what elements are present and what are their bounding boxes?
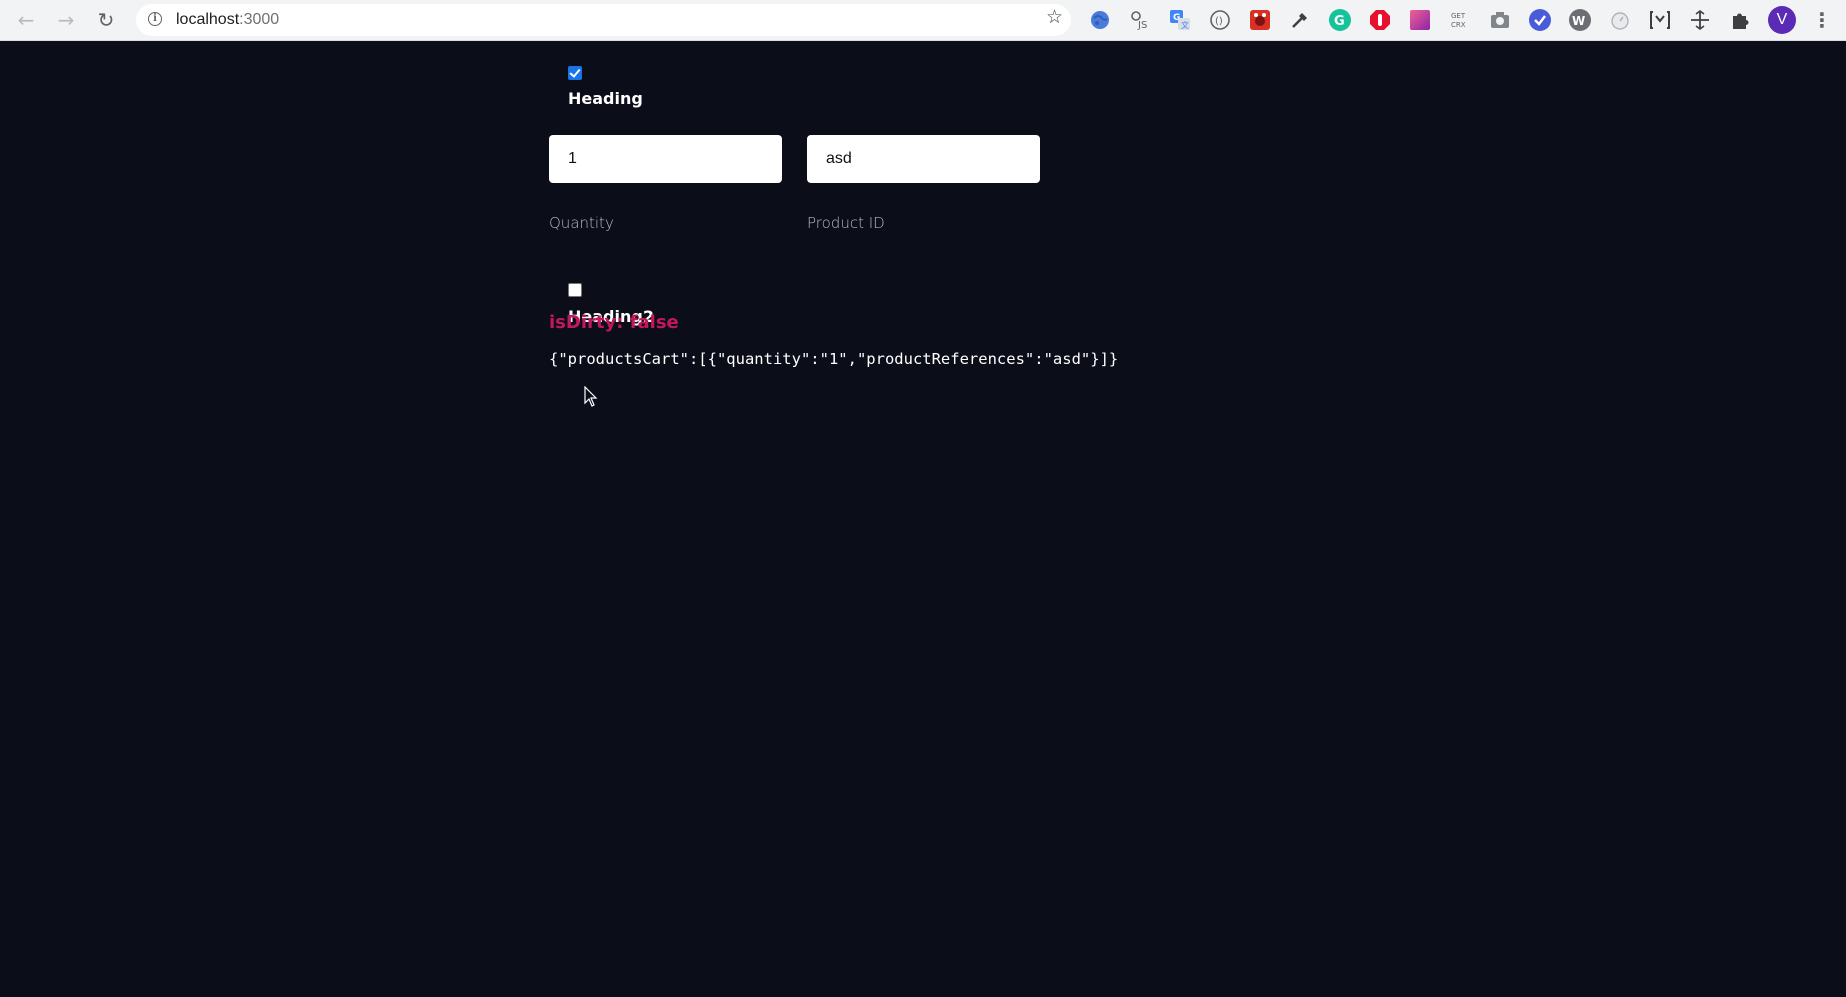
forward-button[interactable]: → [52, 6, 80, 34]
svg-text:GET: GET [1451, 12, 1466, 20]
google-translate-icon[interactable]: G文 [1169, 9, 1191, 31]
svg-text:W: W [1572, 14, 1585, 28]
mouse-cursor-icon [584, 386, 598, 407]
web-globe-icon[interactable] [1089, 9, 1111, 31]
browser-toolbar: ← → ↻ i localhost:3000 ☆ JS G文 () G GET C… [0, 0, 1846, 41]
red-bug-icon[interactable] [1249, 9, 1271, 31]
is-dirty-status: isDirty: false [549, 312, 679, 333]
stop-icon[interactable] [1369, 9, 1391, 31]
heading2-checkbox[interactable] [568, 283, 582, 297]
svg-text:(): () [1215, 16, 1223, 27]
bookmark-star-icon[interactable]: ☆ [1046, 8, 1063, 27]
grammarly-icon[interactable]: G [1329, 9, 1351, 31]
quantity-input[interactable] [549, 135, 782, 183]
svg-text:G: G [1334, 14, 1345, 29]
timer-icon[interactable] [1609, 9, 1631, 31]
heading-label: Heading [568, 89, 643, 108]
product-id-label: Product ID [807, 214, 885, 232]
address-bar[interactable]: i localhost:3000 ☆ [136, 4, 1071, 36]
heading-checkbox[interactable] [568, 66, 582, 80]
circle-bracket-icon[interactable]: () [1209, 9, 1231, 31]
back-button[interactable]: ← [12, 6, 40, 34]
svg-text:JS: JS [1137, 20, 1147, 31]
profile-avatar[interactable]: V [1768, 6, 1796, 34]
wordpress-icon[interactable]: W [1569, 9, 1591, 31]
reload-button[interactable]: ↻ [92, 6, 120, 34]
browser-menu-icon[interactable]: ⋮ [1812, 8, 1832, 32]
bracket-cursor-icon[interactable] [1649, 9, 1671, 31]
form-values-json: {"productsCart":[{"quantity":"1","produc… [549, 350, 1119, 368]
eyedropper-icon[interactable] [1289, 9, 1311, 31]
product-id-input[interactable] [807, 135, 1040, 183]
gradient-icon[interactable] [1409, 9, 1431, 31]
puzzle-icon[interactable] [1729, 9, 1751, 31]
site-info-icon[interactable]: i [148, 12, 162, 26]
svg-text:文: 文 [1181, 20, 1189, 30]
js-icon[interactable]: JS [1129, 9, 1151, 31]
url-port: :3000 [239, 11, 280, 28]
page-content: Heading Quantity Product ID Heading2 [0, 41, 1846, 997]
move-cross-icon[interactable] [1689, 9, 1711, 31]
url-host: localhost [176, 11, 240, 28]
url-text[interactable]: localhost:3000 [176, 11, 279, 29]
camera-icon[interactable] [1489, 9, 1511, 31]
get-crx-icon[interactable]: GET CRX [1449, 9, 1471, 31]
quantity-label: Quantity [549, 214, 614, 232]
check-badge-icon[interactable] [1529, 9, 1551, 31]
profile-initial: V [1776, 11, 1788, 28]
svg-text:CRX: CRX [1451, 21, 1466, 29]
